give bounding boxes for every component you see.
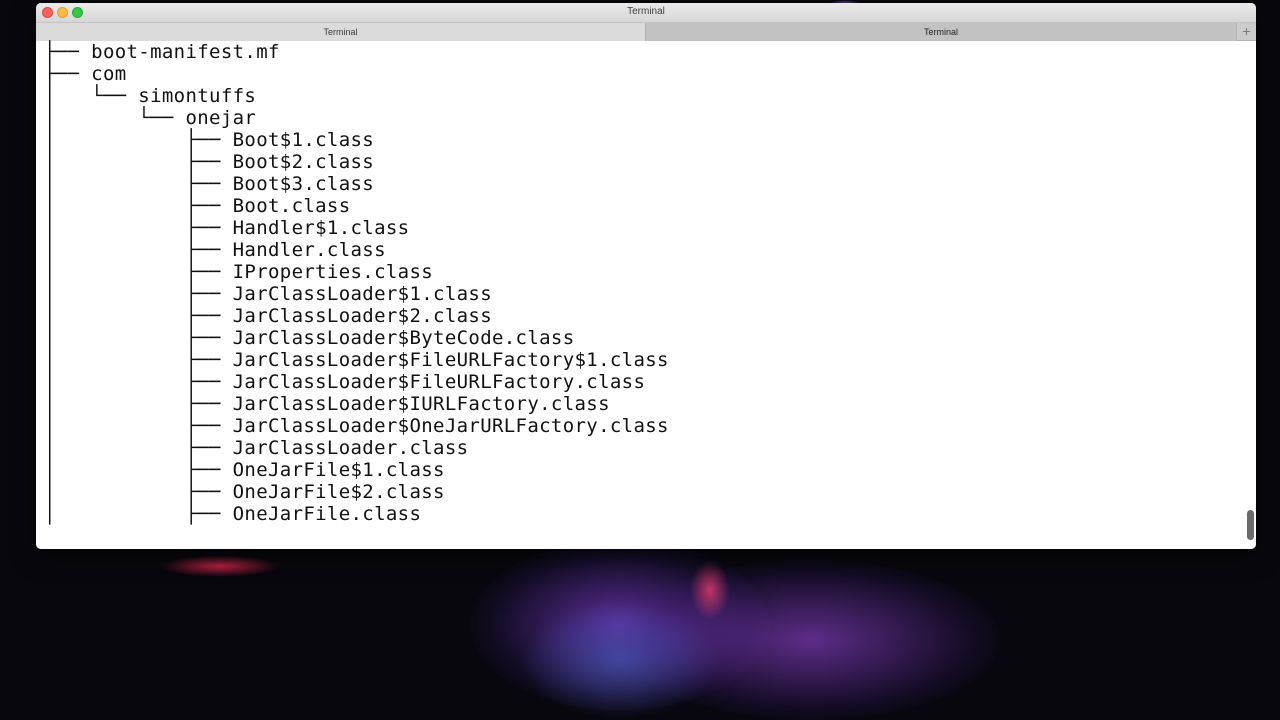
terminal-window: Terminal Terminal Terminal + ├── boot-ma… <box>36 3 1256 549</box>
terminal-line: │ ├── Boot$3.class <box>44 173 375 195</box>
scrollbar-thumb[interactable] <box>1247 510 1254 540</box>
terminal-line: ├── com <box>44 63 127 85</box>
terminal-line: │ ├── JarClassLoader$FileURLFactory$1.cl… <box>44 349 669 371</box>
terminal-line: │ ├── JarClassLoader$FileURLFactory.clas… <box>44 371 646 393</box>
terminal-line: │ ├── Boot.class <box>44 195 351 217</box>
terminal-output[interactable]: ├── boot-manifest.mf ├── com │ └── simon… <box>36 41 1256 549</box>
terminal-line: │ ├── JarClassLoader$IURLFactory.class <box>44 393 610 415</box>
terminal-line: │ ├── Handler.class <box>44 239 386 261</box>
terminal-line: │ ├── JarClassLoader$OneJarURLFactory.cl… <box>44 415 669 437</box>
terminal-line: │ ├── Boot$1.class <box>44 129 375 151</box>
tab-terminal-1[interactable]: Terminal <box>36 23 646 41</box>
terminal-line: │ ├── JarClassLoader.class <box>44 437 469 459</box>
terminal-line: │ ├── JarClassLoader$2.class <box>44 305 492 327</box>
terminal-line: │ ├── OneJarFile.class <box>44 503 422 525</box>
terminal-line: │ ├── JarClassLoader$ByteCode.class <box>44 327 575 349</box>
terminal-line: │ ├── OneJarFile$2.class <box>44 481 445 503</box>
terminal-line: │ ├── Boot$2.class <box>44 151 375 173</box>
terminal-line: │ └── onejar <box>44 107 257 129</box>
terminal-line: │ ├── IProperties.class <box>44 261 434 283</box>
window-title: Terminal <box>627 6 665 17</box>
terminal-line: │ ├── JarClassLoader$1.class <box>44 283 492 305</box>
plus-icon[interactable]: + <box>1236 23 1256 41</box>
title-bar[interactable]: Terminal <box>36 3 1256 22</box>
tab-bar: Terminal Terminal + <box>36 22 1256 41</box>
tab-terminal-2[interactable]: Terminal <box>646 23 1236 41</box>
terminal-line: ├── boot-manifest.mf <box>44 41 280 63</box>
terminal-line: │ └── simontuffs <box>44 85 257 107</box>
terminal-line: │ ├── OneJarFile$1.class <box>44 459 445 481</box>
terminal-line: │ ├── Handler$1.class <box>44 217 410 239</box>
